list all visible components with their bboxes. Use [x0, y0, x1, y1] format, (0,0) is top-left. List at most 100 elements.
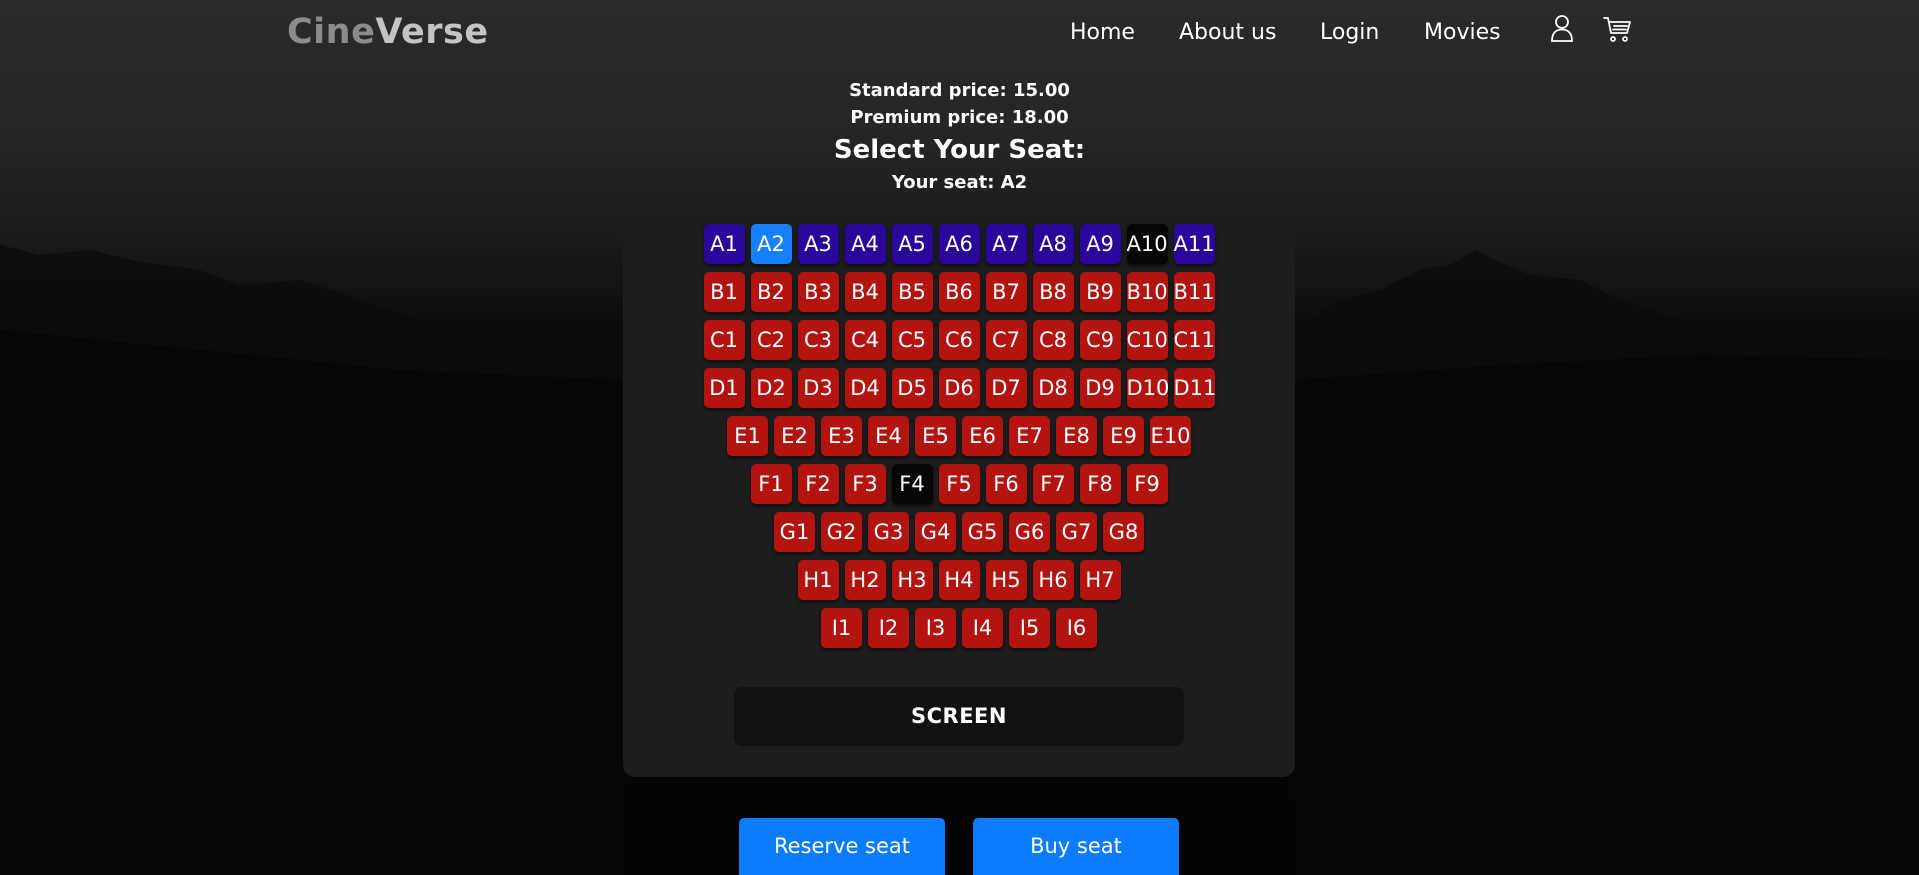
seat-f1[interactable]: F1: [750, 464, 792, 504]
seat-f3[interactable]: F3: [844, 464, 886, 504]
seat-e2[interactable]: E2: [774, 416, 815, 456]
seat-i4[interactable]: I4: [962, 608, 1003, 648]
seat-c1[interactable]: C1: [703, 320, 745, 360]
nav-login-link[interactable]: Login: [1320, 18, 1379, 48]
seat-row-b: B1 B2 B3 B4 B5 B6 B7 B8 B9 B10 B11: [623, 272, 1295, 312]
seat-c8[interactable]: C8: [1032, 320, 1074, 360]
seat-e3[interactable]: E3: [821, 416, 862, 456]
seat-g1[interactable]: G1: [774, 512, 815, 552]
seat-b9[interactable]: B9: [1079, 272, 1121, 312]
cart-icon[interactable]: [1601, 13, 1633, 45]
seat-e6[interactable]: E6: [962, 416, 1003, 456]
seat-c10[interactable]: C10: [1126, 320, 1168, 360]
seat-d1[interactable]: D1: [703, 368, 745, 408]
seat-e10[interactable]: E10: [1150, 416, 1191, 456]
seat-c2[interactable]: C2: [750, 320, 792, 360]
nav-movies-link[interactable]: Movies: [1424, 18, 1501, 48]
seat-e8[interactable]: E8: [1056, 416, 1097, 456]
seat-i5[interactable]: I5: [1009, 608, 1050, 648]
seat-d4[interactable]: D4: [844, 368, 886, 408]
seat-f9[interactable]: F9: [1126, 464, 1168, 504]
seat-i6[interactable]: I6: [1056, 608, 1097, 648]
seat-b4[interactable]: B4: [844, 272, 886, 312]
seat-i1[interactable]: I1: [821, 608, 862, 648]
seat-b6[interactable]: B6: [938, 272, 980, 312]
seat-h5[interactable]: H5: [985, 560, 1027, 600]
seat-e9[interactable]: E9: [1103, 416, 1144, 456]
seat-h4[interactable]: H4: [938, 560, 980, 600]
seat-h6[interactable]: H6: [1032, 560, 1074, 600]
seat-e7[interactable]: E7: [1009, 416, 1050, 456]
seat-f2[interactable]: F2: [797, 464, 839, 504]
seat-d3[interactable]: D3: [797, 368, 839, 408]
seat-b11[interactable]: B11: [1173, 272, 1215, 312]
seat-g4[interactable]: G4: [915, 512, 956, 552]
seat-b7[interactable]: B7: [985, 272, 1027, 312]
seat-d8[interactable]: D8: [1032, 368, 1074, 408]
seat-d9[interactable]: D9: [1079, 368, 1121, 408]
seat-g6[interactable]: G6: [1009, 512, 1050, 552]
seat-a7[interactable]: A7: [985, 224, 1027, 264]
seat-i2[interactable]: I2: [868, 608, 909, 648]
seat-c3[interactable]: C3: [797, 320, 839, 360]
seat-b8[interactable]: B8: [1032, 272, 1074, 312]
seat-b5[interactable]: B5: [891, 272, 933, 312]
seat-h2[interactable]: H2: [844, 560, 886, 600]
user-icon[interactable]: [1546, 13, 1578, 45]
nav-about-link[interactable]: About us: [1179, 18, 1276, 48]
seat-a4[interactable]: A4: [844, 224, 886, 264]
seat-a9[interactable]: A9: [1079, 224, 1121, 264]
seat-d10[interactable]: D10: [1126, 368, 1169, 408]
seat-c6[interactable]: C6: [938, 320, 980, 360]
brand-logo[interactable]: CineVerse: [287, 10, 489, 54]
seat-e5[interactable]: E5: [915, 416, 956, 456]
seat-e1[interactable]: E1: [727, 416, 768, 456]
seat-g3[interactable]: G3: [868, 512, 909, 552]
seat-i3[interactable]: I3: [915, 608, 956, 648]
seat-d5[interactable]: D5: [891, 368, 933, 408]
seat-a8[interactable]: A8: [1032, 224, 1074, 264]
seat-d2[interactable]: D2: [750, 368, 792, 408]
buy-seat-button[interactable]: Buy seat: [973, 818, 1179, 875]
seat-d11[interactable]: D11: [1173, 368, 1216, 408]
seat-f5[interactable]: F5: [938, 464, 980, 504]
seat-h3[interactable]: H3: [891, 560, 933, 600]
nav-home-link[interactable]: Home: [1070, 18, 1135, 48]
seat-a6[interactable]: A6: [938, 224, 980, 264]
seat-row-d: D1 D2 D3 D4 D5 D6 D7 D8 D9 D10 D11: [623, 368, 1295, 408]
seat-d6[interactable]: D6: [938, 368, 980, 408]
seat-a10[interactable]: A10: [1126, 224, 1168, 264]
your-seat-label: Your seat: A2: [891, 172, 1028, 193]
seat-f6[interactable]: F6: [985, 464, 1027, 504]
seat-f7[interactable]: F7: [1032, 464, 1074, 504]
seat-c9[interactable]: C9: [1079, 320, 1121, 360]
seat-c11[interactable]: C11: [1173, 320, 1215, 360]
seat-c4[interactable]: C4: [844, 320, 886, 360]
seat-d7[interactable]: D7: [985, 368, 1027, 408]
reserve-seat-button[interactable]: Reserve seat: [739, 818, 945, 875]
seat-g7[interactable]: G7: [1056, 512, 1097, 552]
seat-c5[interactable]: C5: [891, 320, 933, 360]
seat-a11[interactable]: A11: [1173, 224, 1215, 264]
seat-a2[interactable]: A2: [750, 224, 792, 264]
seat-a5[interactable]: A5: [891, 224, 933, 264]
seat-h7[interactable]: H7: [1079, 560, 1121, 600]
seat-row-f: F1 F2 F3 F4 F5 F6 F7 F8 F9: [623, 464, 1295, 504]
seat-f4[interactable]: F4: [891, 464, 933, 504]
seat-f8[interactable]: F8: [1079, 464, 1121, 504]
seat-h1[interactable]: H1: [797, 560, 839, 600]
seat-a1[interactable]: A1: [703, 224, 745, 264]
seat-b1[interactable]: B1: [703, 272, 745, 312]
seat-row-e: E1 E2 E3 E4 E5 E6 E7 E8 E9 E10: [623, 416, 1295, 456]
seat-b10[interactable]: B10: [1126, 272, 1168, 312]
seat-e4[interactable]: E4: [868, 416, 909, 456]
seat-g8[interactable]: G8: [1103, 512, 1144, 552]
seat-a3[interactable]: A3: [797, 224, 839, 264]
seat-g2[interactable]: G2: [821, 512, 862, 552]
seat-c7[interactable]: C7: [985, 320, 1027, 360]
seat-b2[interactable]: B2: [750, 272, 792, 312]
seat-row-h: H1 H2 H3 H4 H5 H6 H7: [623, 560, 1295, 600]
seat-b3[interactable]: B3: [797, 272, 839, 312]
screen-label: SCREEN: [734, 687, 1184, 746]
seat-g5[interactable]: G5: [962, 512, 1003, 552]
